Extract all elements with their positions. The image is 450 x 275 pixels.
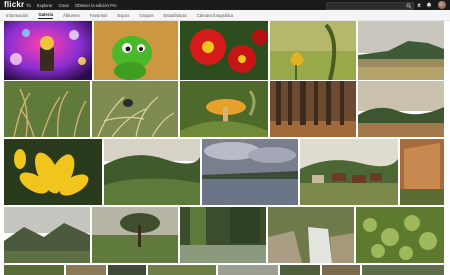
profile-tabs: Información Galería Álbumes Favoritos Ex… [6,10,233,20]
search-box[interactable] [326,2,414,10]
tab-favorites[interactable]: Favoritos [90,13,108,18]
photo-gallery [0,21,450,275]
photo-partial-3[interactable] [108,265,146,275]
photo-mountain-valley[interactable] [4,207,90,263]
bell-icon[interactable] [426,2,432,8]
photo-horses-field[interactable] [300,139,398,205]
photo-mushroom[interactable] [180,81,268,137]
photo-lake-clouds[interactable] [202,139,298,205]
tab-stats[interactable]: Estadísticas [163,13,186,18]
photo-tree-meadow[interactable] [92,207,178,263]
photo-partial-1[interactable] [4,265,64,275]
tab-exhibits[interactable]: Expos [117,13,129,18]
photo-waterfall-rocks[interactable] [268,207,354,263]
nav-create[interactable]: Crear [58,3,68,8]
tab-albums[interactable]: Álbumes [63,13,80,18]
photo-green-moss[interactable] [356,207,444,263]
user-avatar[interactable] [438,1,446,9]
photo-partial-7[interactable] [322,265,360,275]
top-nav: Tú Explorar Crear Obtener la edición Pro [26,0,117,10]
flickr-logo[interactable]: flickr [4,0,24,10]
photo-partial-5[interactable] [218,265,278,275]
nav-explore[interactable]: Explorar [37,3,53,8]
nav-you[interactable]: Tú [26,3,31,8]
photo-red-flowers[interactable] [180,21,268,80]
photo-green-hills[interactable] [104,139,200,205]
photo-green-toy[interactable] [94,21,178,80]
photo-mountain-landscape[interactable] [358,21,444,80]
photo-dry-grass[interactable] [4,81,90,137]
photo-yellow-orchid[interactable] [270,21,356,80]
photo-partial-4[interactable] [148,265,216,275]
photo-partial-8[interactable] [362,265,444,275]
upload-icon[interactable] [416,2,422,8]
tab-information[interactable]: Información [6,13,28,18]
photo-partial-2[interactable] [66,265,106,275]
tab-camera-roll[interactable]: Cámara fotográfica [197,13,234,18]
photo-forest-trees[interactable] [270,81,356,137]
tab-groups[interactable]: Grupos [139,13,153,18]
photo-lego-figure[interactable] [4,21,92,80]
nav-pro[interactable]: Obtener la edición Pro [75,3,117,8]
photo-partial-6[interactable] [280,265,320,275]
photo-yellow-flower[interactable] [4,139,102,205]
search-input[interactable] [329,3,405,9]
profile-tabs-bar: Información Galería Álbumes Favoritos Ex… [0,10,450,21]
photo-fly-on-grass[interactable] [92,81,178,137]
photo-river-trees[interactable] [180,207,266,263]
tab-gallery[interactable]: Galería [38,12,54,19]
photo-rock-cliff[interactable] [400,139,444,205]
search-icon[interactable] [406,3,412,9]
photo-hazy-hills[interactable] [358,81,444,137]
top-navigation-bar: flickr Tú Explorar Crear Obtener la edic… [0,0,450,10]
